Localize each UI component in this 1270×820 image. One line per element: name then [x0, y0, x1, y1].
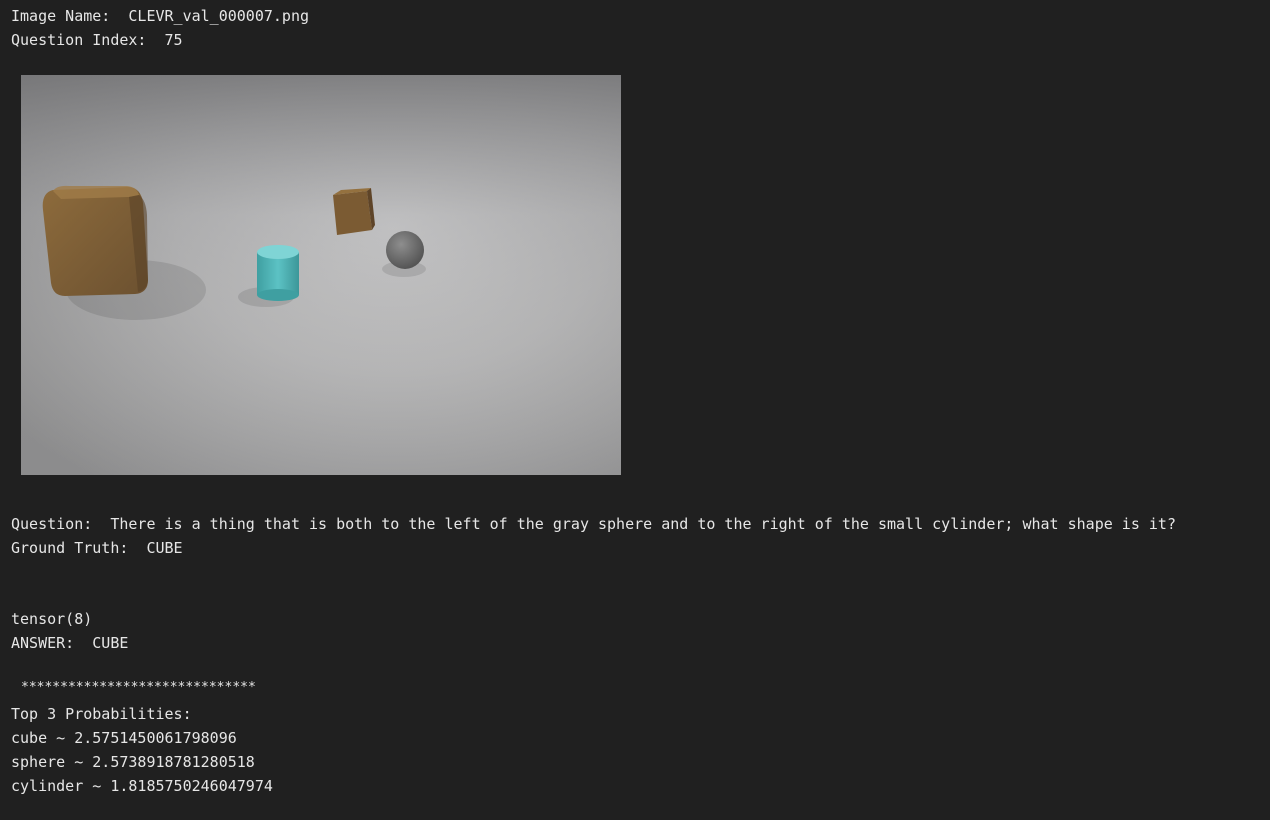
probability-line: sphere ~ 2.5738918781280518: [11, 753, 255, 771]
large-brown-cube: [42, 185, 148, 296]
separator-line: ******************************: [21, 680, 256, 695]
image-name-line: Image Name: CLEVR_val_000007.png: [11, 7, 310, 25]
answer-line: ANSWER: CUBE: [11, 634, 129, 652]
clevr-scene-image: [21, 75, 621, 475]
probabilities-header: Top 3 Probabilities:: [11, 705, 192, 723]
small-gray-sphere: [386, 231, 424, 269]
ground-truth-line: Ground Truth: CUBE: [11, 539, 183, 557]
small-cyan-cylinder: [257, 245, 299, 301]
probability-line: cube ~ 2.5751450061798096: [11, 729, 237, 747]
question-index-line: Question Index: 75: [11, 31, 183, 49]
small-brown-cube: [333, 188, 375, 235]
tensor-line: tensor(8): [11, 610, 93, 628]
question-line: Question: There is a thing that is both …: [11, 515, 1176, 533]
probability-line: cylinder ~ 1.8185750246047974: [11, 777, 273, 795]
